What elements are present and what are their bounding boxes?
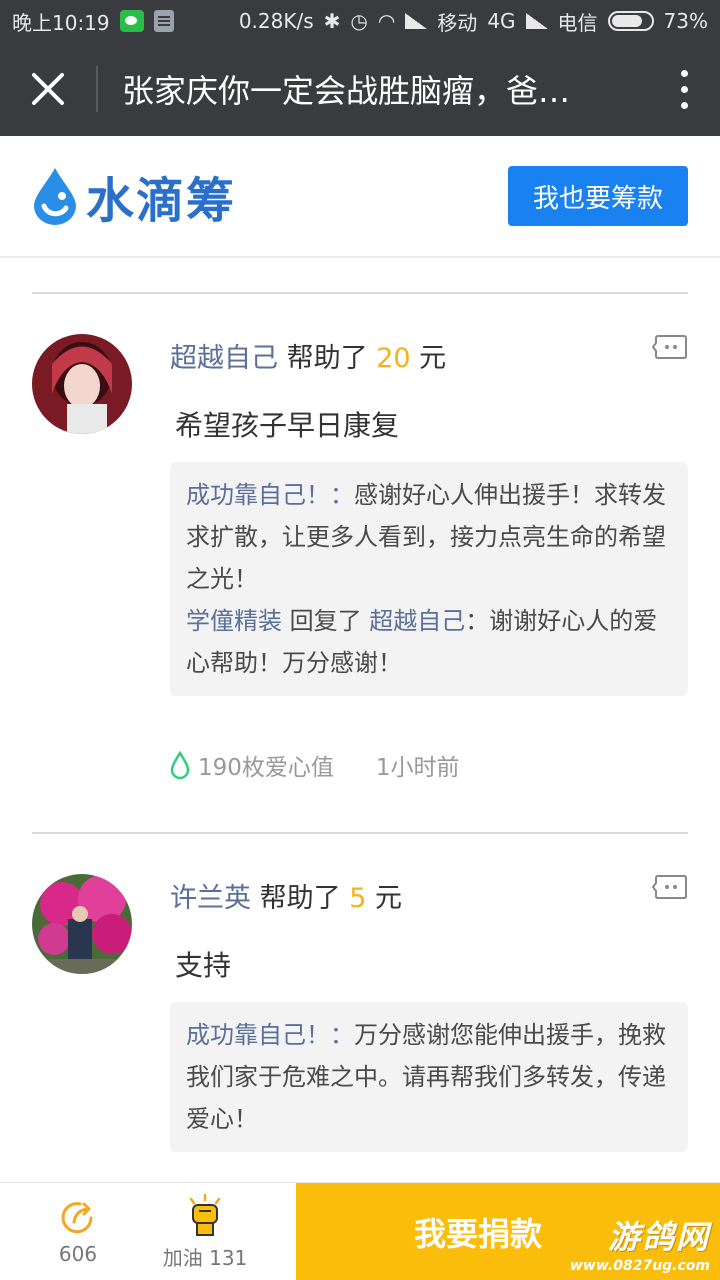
- timestamp: 1小时前: [375, 755, 460, 781]
- close-button[interactable]: [0, 42, 96, 136]
- helped-label: 帮助了: [286, 343, 368, 374]
- currency-unit: 元: [374, 883, 402, 914]
- brand-header: 水滴筹 我也要筹款: [0, 136, 720, 258]
- reply-item: 成功靠自己！：感谢好心人伸出援手！求转发求扩散，让更多人看到，接力点亮生命的希望…: [186, 474, 672, 600]
- battery-percent: 73%: [663, 9, 708, 33]
- love-points: 190枚爱心值: [198, 755, 334, 781]
- section-divider: [32, 292, 688, 294]
- page-title: 张家庆你一定会战胜脑瘤，爸…: [122, 72, 571, 110]
- brand-logo-text: 水滴筹: [86, 173, 237, 229]
- love-drop-icon: [170, 751, 190, 779]
- reply-item: 成功靠自己！：万分感谢您能伸出援手，挽救我们家于危难之中。请再帮我们多转发，传递…: [186, 1014, 672, 1140]
- avatar[interactable]: [32, 334, 132, 434]
- donation-amount: 20: [376, 343, 411, 374]
- donation-header: 超越自己 帮助了 20 元: [170, 336, 446, 375]
- start-fundraise-button[interactable]: 我也要筹款: [508, 166, 688, 226]
- donation-header: 许兰英 帮助了 5 元: [170, 876, 402, 915]
- donor-name[interactable]: 超越自己: [170, 343, 278, 374]
- site-watermark: 游鸽网 www.0827ug.com: [570, 1212, 710, 1274]
- reply-author[interactable]: 成功靠自己！：: [186, 1021, 354, 1049]
- cheer-label: 加油 131: [162, 1245, 248, 1270]
- alarm-icon: ◷: [350, 9, 368, 33]
- wechat-icon: [119, 10, 144, 32]
- carrier-telecom: 电信: [557, 10, 598, 35]
- donation-amount: 5: [349, 883, 367, 914]
- reply-author[interactable]: 成功靠自己！：: [186, 481, 354, 509]
- share-button[interactable]: 606: [34, 1183, 122, 1280]
- more-menu-button[interactable]: [648, 42, 720, 136]
- reply-author[interactable]: 学僮精装: [186, 607, 282, 635]
- close-icon: [32, 73, 64, 105]
- currency-unit: 元: [419, 343, 447, 374]
- cheer-fist-icon: [189, 1193, 221, 1236]
- title-bar: 张家庆你一定会战胜脑瘤，爸…: [0, 42, 720, 136]
- bluetooth-icon: ✱: [323, 9, 341, 33]
- donation-message: 支持: [175, 949, 232, 982]
- reply-thread: 成功靠自己！：万分感谢您能伸出援手，挽救我们家于危难之中。请再帮我们多转发，传递…: [170, 1002, 688, 1152]
- bottom-action-bar: 606 加油 131 我要捐款 游鸽网 www.0827ug.com: [0, 1182, 720, 1280]
- share-icon: [61, 1202, 93, 1234]
- donation-message: 希望孩子早日康复: [175, 409, 400, 442]
- comment-icon[interactable]: [652, 334, 688, 362]
- reply-verb: 回复了: [282, 607, 370, 635]
- battery-icon: [607, 11, 654, 31]
- watermark-logo: 游鸽网: [607, 1218, 710, 1256]
- signal-icon-2: [525, 13, 548, 29]
- entry-meta: 190枚爱心值 1小时前: [170, 748, 460, 782]
- more-dot: [680, 85, 688, 93]
- reply-target[interactable]: 超越自己: [369, 607, 465, 635]
- notes-icon: [153, 10, 174, 32]
- more-dot: [680, 69, 688, 77]
- reply-item: 学僮精装 回复了 超越自己：谢谢好心人的爱心帮助！万分感谢！: [186, 600, 672, 684]
- comment-icon[interactable]: [652, 874, 688, 902]
- wifi-icon: ◠: [377, 9, 396, 33]
- section-divider: [32, 832, 688, 834]
- water-drop-logo-icon: [34, 168, 76, 225]
- share-count: 606: [58, 1242, 98, 1266]
- carrier-mobile: 移动: [437, 10, 478, 35]
- donor-name[interactable]: 许兰英: [170, 883, 251, 914]
- reply-thread: 成功靠自己！：感谢好心人伸出援手！求转发求扩散，让更多人看到，接力点亮生命的希望…: [170, 462, 688, 696]
- watermark-url: www.0827ug.com: [570, 1258, 710, 1274]
- helped-label: 帮助了: [259, 883, 341, 914]
- network-speed: 0.28K/s: [238, 9, 314, 33]
- network-type: 4G: [487, 9, 516, 33]
- status-bar: 晚上10:19 0.28K/s ✱ ◷ ◠ 移动 4G 电信 73%: [0, 0, 720, 42]
- cheer-button[interactable]: 加油 131: [150, 1183, 260, 1280]
- avatar[interactable]: [32, 874, 132, 974]
- donate-label: 我要捐款: [413, 1215, 542, 1253]
- signal-icon: [405, 13, 428, 29]
- status-time: 晚上10:19: [12, 10, 110, 35]
- more-dot: [680, 101, 688, 109]
